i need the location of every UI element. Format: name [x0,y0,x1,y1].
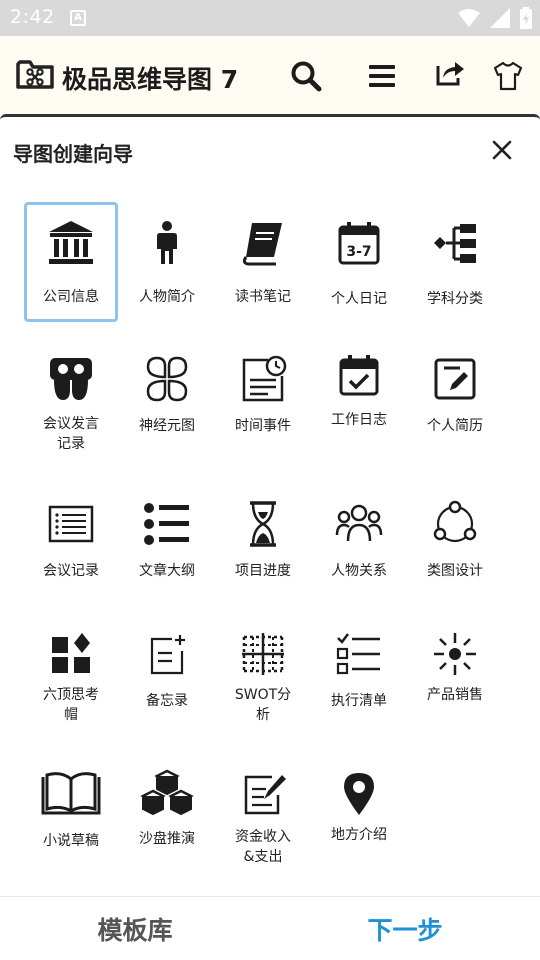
menu-icon [369,65,395,87]
template-label: 资金收入 &支出 [235,829,291,865]
template-label: 地方介绍 [331,827,387,843]
template-memo[interactable]: 备忘录 [120,612,214,732]
person-icon [157,221,177,264]
clover-icon [146,356,188,402]
search-button[interactable] [286,56,326,96]
template-place-intro[interactable]: 地方介绍 [312,752,406,872]
speech-icon [50,358,92,400]
template-meeting-minutes[interactable]: 会议记录 [24,482,118,602]
share-button[interactable] [430,52,470,92]
share-icon [436,62,464,86]
open-book-icon [41,772,101,815]
spark-icon [434,633,476,675]
template-checklist[interactable]: 执行清单 [312,612,406,732]
template-label: 会议记录 [43,563,99,579]
group-icon [335,504,383,542]
template-label: 备忘录 [146,693,188,709]
template-label: 时间事件 [235,418,291,434]
checklist-icon [336,633,380,675]
status-bar: 2:42 A [0,0,540,36]
template-label: 小说草稿 [43,833,99,849]
template-resume[interactable]: 个人简历 [408,337,502,457]
bottom-bar: 模板库 下一步 [0,896,540,960]
notification-icon: A [70,10,86,26]
template-label: 人物简介 [139,289,195,305]
template-label: 工作日志 [331,412,387,428]
memo-icon [150,635,185,675]
bank-icon [49,221,93,264]
template-class-diagram[interactable]: 类图设计 [408,482,502,602]
template-six-hats[interactable]: 六顶思考帽 [24,612,118,732]
battery-icon [520,7,532,29]
next-step-button[interactable]: 下一步 [310,897,500,960]
theme-button[interactable] [488,56,528,96]
template-label: 产品销售 [427,687,483,703]
template-library-button[interactable]: 模板库 [40,897,230,960]
network-icon [433,500,477,543]
template-label: 项目进度 [235,563,291,579]
template-project-progress[interactable]: 项目进度 [216,482,310,602]
search-icon [291,61,322,92]
template-product-sales[interactable]: 产品销售 [408,612,502,732]
template-label: 学科分类 [427,291,483,307]
calendar-check-icon [339,355,379,396]
hourglass-icon [250,501,276,547]
template-swot[interactable]: SWOT分析 [216,612,310,732]
template-article-outline[interactable]: 文章大纲 [120,482,214,602]
template-label: 文章大纲 [139,563,195,579]
template-work-log[interactable]: 工作日志 [312,337,406,457]
template-subject-classification[interactable]: 学科分类 [408,202,502,322]
template-label: 个人简历 [427,418,483,434]
template-neuron-map[interactable]: 神经元图 [120,337,214,457]
template-label: 会议发言 记录 [43,416,99,452]
template-personal-diary[interactable]: 3-7 个人日记 [312,202,406,322]
template-meeting-speech[interactable]: 会议发言 记录 [24,337,118,457]
clock-document-icon [242,355,287,402]
template-label: 类图设计 [427,563,483,579]
status-time: 2:42 [10,6,55,28]
shapes-icon [52,633,90,673]
tshirt-icon [493,61,523,91]
template-label: 六顶思考帽 [43,687,99,723]
template-label: 个人日记 [331,291,387,307]
template-novel-draft[interactable]: 小说草稿 [24,752,118,872]
template-label: 沙盘推演 [139,831,195,847]
template-income-expense[interactable]: 资金收入 &支出 [216,752,310,872]
close-button[interactable] [488,136,516,164]
template-label: SWOT分析 [234,687,292,723]
app-title: 极品思维导图 7 [62,65,239,94]
template-label: 公司信息 [43,289,99,305]
template-reading-notes[interactable]: 读书笔记 [216,202,310,322]
wizard-title: 导图创建向导 [13,142,133,166]
hierarchy-icon [434,224,476,263]
folder-logo-icon [16,60,54,89]
template-label: 人物关系 [331,563,387,579]
template-label: 读书笔记 [235,289,291,305]
template-label: 执行清单 [331,693,387,709]
close-icon [492,140,512,160]
wizard-panel: 导图创建向导 公司信息 人物简介 读书笔记 3-7 个人日记 学科分类 会议发言… [0,114,540,896]
edit-note-icon [434,358,476,400]
app-header: 极品思维导图 7 [0,36,540,114]
sign-document-icon [244,775,286,815]
template-relationships[interactable]: 人物关系 [312,482,406,602]
svg-text:3-7: 3-7 [346,244,371,260]
template-sand-table[interactable]: 沙盘推演 [120,752,214,872]
location-pin-icon [344,773,374,815]
status-icons [458,6,532,30]
template-time-events[interactable]: 时间事件 [216,337,310,457]
signal-icon [490,8,510,28]
wifi-icon [458,9,480,27]
grid-icon [242,633,284,675]
cubes-icon [140,769,194,816]
template-company-info[interactable]: 公司信息 [24,202,118,322]
template-person-profile[interactable]: 人物简介 [120,202,214,322]
list-box-icon [48,505,94,543]
menu-button[interactable] [362,56,402,96]
book-icon [242,223,282,266]
template-label: 神经元图 [139,418,195,434]
calendar-icon: 3-7 [338,222,380,265]
bullet-list-icon [144,503,189,545]
